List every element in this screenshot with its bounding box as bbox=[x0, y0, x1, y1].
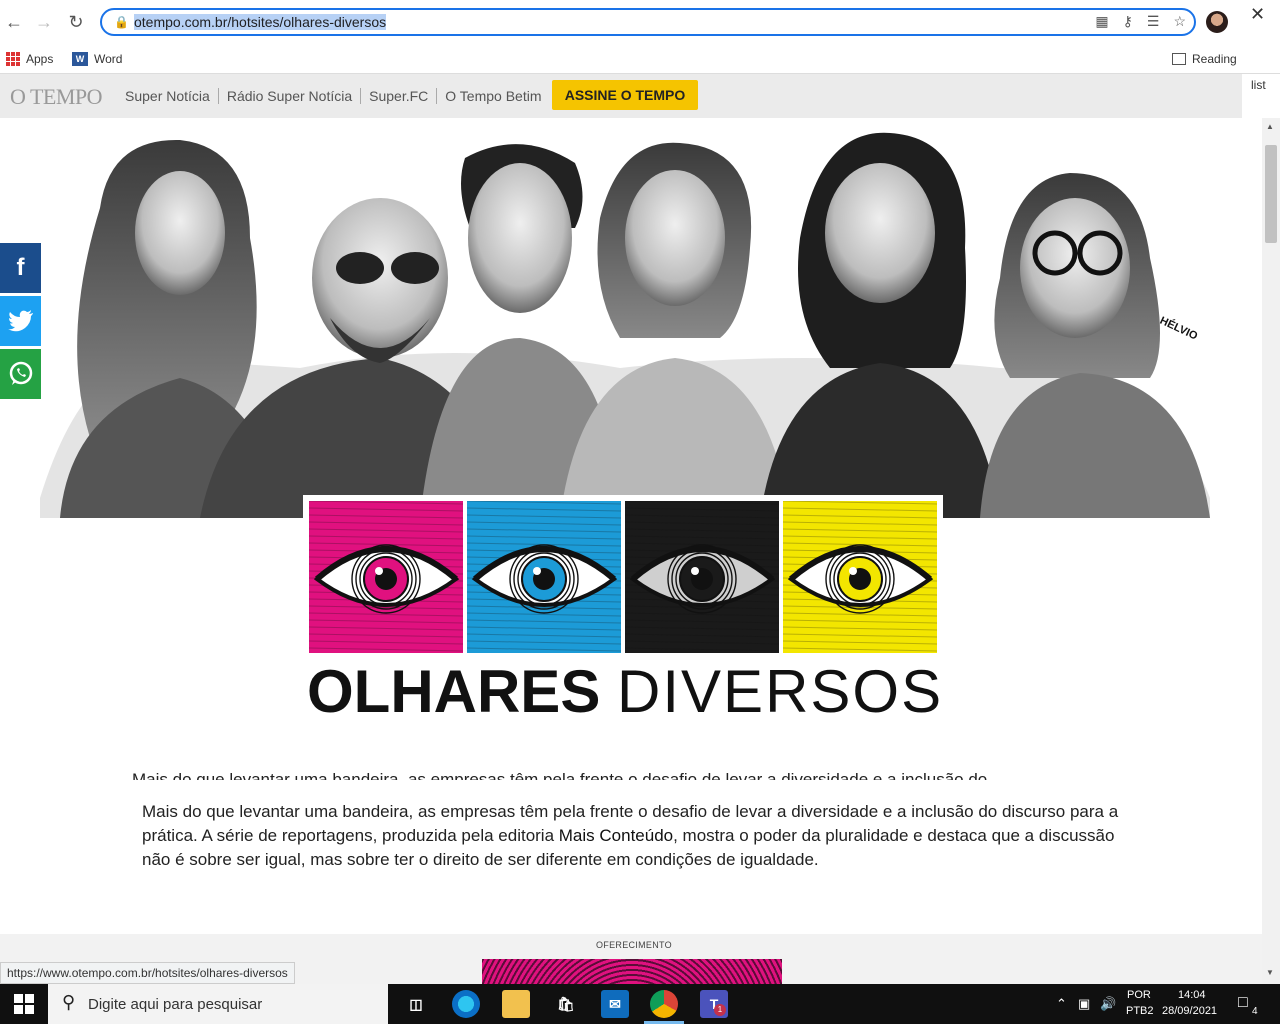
reading-list-icon bbox=[1172, 53, 1186, 65]
file-explorer-icon[interactable] bbox=[502, 990, 530, 1018]
word-icon: W bbox=[72, 52, 88, 66]
edge-icon[interactable] bbox=[452, 990, 480, 1018]
hero-illustration: HÉLVIO bbox=[0, 118, 1262, 518]
reading-list-button[interactable]: Reading bbox=[1172, 52, 1237, 66]
eye-black bbox=[625, 501, 779, 653]
portraits-illustration: HÉLVIO bbox=[40, 132, 1210, 518]
clipped-intro-line: Mais do que levantar uma bandeira, as em… bbox=[132, 770, 988, 780]
profile-avatar[interactable] bbox=[1206, 11, 1228, 33]
scrollbar-thumb[interactable] bbox=[1265, 145, 1277, 243]
windows-start-icon[interactable] bbox=[14, 994, 34, 1014]
search-placeholder: Digite aqui para pesquisar bbox=[88, 996, 263, 1013]
sponsor-banner[interactable] bbox=[482, 959, 782, 984]
nav-super-fc[interactable]: Super.FC bbox=[361, 88, 438, 104]
reload-icon[interactable]: ↻ bbox=[64, 10, 88, 34]
article-intro: Mais do que levantar uma bandeira, as em… bbox=[142, 802, 1119, 869]
subscribe-button[interactable]: ASSINE O TEMPO bbox=[552, 80, 698, 110]
microsoft-store-icon[interactable]: 🛍 bbox=[552, 990, 580, 1018]
eye-illustration bbox=[783, 501, 937, 653]
bookmark-label: Apps bbox=[26, 52, 54, 66]
notification-count: 4 bbox=[1252, 1006, 1258, 1017]
task-view-icon[interactable]: ◫ bbox=[402, 990, 430, 1018]
bookmark-word[interactable]: W Word bbox=[72, 52, 122, 66]
eye-cyan bbox=[467, 501, 621, 653]
chevron-up-icon[interactable]: ⌃ bbox=[1056, 996, 1067, 1012]
brand-thin: DIVERSOS bbox=[617, 658, 944, 725]
qr-code-icon[interactable]: ▦ bbox=[1095, 13, 1108, 30]
status-bar-url: https://www.otempo.com.br/hotsites/olhar… bbox=[0, 962, 295, 984]
brand-bold: OLHARES bbox=[307, 658, 601, 725]
olhares-diversos-eyes bbox=[303, 495, 943, 659]
eye-illustration bbox=[625, 501, 779, 653]
twitter-share-button[interactable] bbox=[0, 296, 41, 346]
teams-badge: 1 bbox=[714, 1004, 726, 1016]
notifications-icon[interactable]: □ bbox=[1238, 994, 1248, 1012]
eye-yellow bbox=[783, 501, 937, 653]
key-icon[interactable]: ⚷ bbox=[1123, 13, 1133, 30]
bookmark-star-icon[interactable]: ☆ bbox=[1173, 13, 1186, 30]
language-code[interactable]: POR bbox=[1127, 989, 1151, 1001]
network-icon[interactable]: ▣ bbox=[1078, 996, 1090, 1012]
eye-illustration bbox=[309, 501, 463, 653]
windows-taskbar: ⚲ Digite aqui para pesquisar ◫ 🛍 ✉ T 1 ⌃… bbox=[0, 984, 1280, 1024]
artist-signature: HÉLVIO bbox=[1158, 314, 1200, 343]
whatsapp-icon bbox=[9, 361, 32, 385]
eye-illustration bbox=[467, 501, 621, 653]
apps-grid-icon bbox=[6, 52, 20, 66]
scroll-up-arrow-icon[interactable]: ▲ bbox=[1266, 122, 1274, 131]
eye-magenta bbox=[309, 501, 463, 653]
address-bar[interactable]: 🔒 otempo.com.br/hotsites/olhares-diverso… bbox=[100, 8, 1196, 36]
mail-icon[interactable]: ✉ bbox=[601, 990, 629, 1018]
close-icon[interactable]: ✕ bbox=[1250, 4, 1265, 25]
back-arrow-icon[interactable]: ← bbox=[2, 10, 26, 34]
clock-date[interactable]: 28/09/2021 bbox=[1162, 1005, 1217, 1017]
reading-list-tail: list bbox=[1244, 74, 1280, 118]
search-icon: ⚲ bbox=[62, 992, 76, 1012]
keyboard-layout[interactable]: PTB2 bbox=[1126, 1005, 1154, 1017]
twitter-bird-icon bbox=[7, 310, 33, 332]
scrollbar-track[interactable] bbox=[1262, 118, 1280, 984]
facebook-share-button[interactable]: f bbox=[0, 243, 41, 293]
chrome-icon[interactable] bbox=[650, 990, 678, 1018]
bookmark-label: Word bbox=[94, 52, 123, 66]
url-text[interactable]: otempo.com.br/hotsites/olhares-diversos bbox=[134, 14, 387, 30]
olhares-diversos-title: OLHARES DIVERSOS bbox=[307, 660, 943, 724]
translate-icon[interactable]: ☰ bbox=[1147, 13, 1160, 30]
nav-super-noticia[interactable]: Super Notícia bbox=[125, 88, 219, 104]
facebook-icon: f bbox=[16, 254, 25, 281]
nav-o-tempo-betim[interactable]: O Tempo Betim bbox=[437, 88, 549, 104]
clock-time[interactable]: 14:04 bbox=[1178, 989, 1206, 1001]
site-nav: Super Notícia Rádio Super Notícia Super.… bbox=[125, 88, 550, 104]
bookmark-apps[interactable]: Apps bbox=[6, 52, 53, 66]
lock-icon[interactable]: 🔒 bbox=[114, 15, 129, 29]
sponsor-label: OFERECIMENTO bbox=[596, 940, 672, 950]
volume-icon[interactable]: 🔊 bbox=[1100, 996, 1116, 1012]
browser-toolbar: ← → ↻ 🔒 otempo.com.br/hotsites/olhares-d… bbox=[0, 0, 1280, 44]
whatsapp-share-button[interactable] bbox=[0, 349, 41, 399]
mais-conteudo-link[interactable]: Mais Conteúdo bbox=[559, 826, 673, 845]
nav-radio-super-noticia[interactable]: Rádio Super Notícia bbox=[219, 88, 362, 104]
scroll-down-arrow-icon[interactable]: ▼ bbox=[1266, 968, 1274, 977]
forward-arrow-icon[interactable]: → bbox=[32, 10, 56, 34]
otempo-logo[interactable]: O TEMPO bbox=[10, 84, 103, 110]
taskbar-search-box[interactable]: ⚲ Digite aqui para pesquisar bbox=[48, 984, 388, 1024]
bookmarks-bar: Apps W Word Reading bbox=[0, 44, 1280, 74]
reading-list-label: Reading bbox=[1192, 52, 1237, 66]
